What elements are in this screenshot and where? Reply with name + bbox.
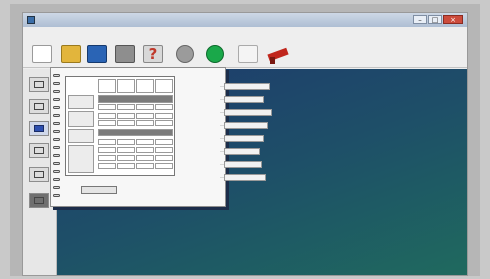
table-cell (98, 113, 116, 119)
table-cell (155, 163, 173, 169)
tool-icon[interactable] (266, 45, 290, 64)
select-tool-glyph (34, 81, 44, 88)
binding-ring (53, 90, 60, 93)
table-row-header (68, 95, 94, 109)
option-button[interactable] (224, 109, 272, 116)
binding-ring (53, 162, 60, 165)
table-cell (155, 104, 173, 110)
table-header-cell (155, 79, 173, 93)
builder-tool-glyph (34, 197, 44, 204)
option-button[interactable] (224, 174, 266, 181)
table-cell (136, 155, 154, 161)
table-cell (155, 155, 173, 161)
binding-ring (53, 122, 60, 125)
table-cell (98, 120, 116, 126)
option-button[interactable] (224, 135, 264, 142)
select-tool-icon[interactable] (29, 77, 49, 92)
table-cell (155, 139, 173, 145)
dialog-footer-button[interactable] (81, 186, 117, 194)
data-table (65, 76, 175, 176)
chart-tool-icon[interactable] (29, 121, 49, 136)
binding-ring (53, 114, 60, 117)
status-bar (57, 275, 467, 276)
binding-ring (53, 186, 60, 189)
stop-circle-icon[interactable] (176, 45, 194, 63)
binding-ring (53, 154, 60, 157)
binding-ring (53, 98, 60, 101)
table-band (98, 129, 173, 136)
table-header-cell (136, 79, 154, 93)
table-row-header (68, 111, 94, 127)
layout-tool-icon[interactable] (29, 99, 49, 114)
page-icon[interactable] (238, 45, 258, 63)
main-toolbar: ? (23, 38, 467, 68)
table-cell (136, 139, 154, 145)
table-cell (117, 163, 135, 169)
table-cell (136, 104, 154, 110)
binding-ring (53, 106, 60, 109)
table-cell (117, 139, 135, 145)
table-header-cell (117, 79, 135, 93)
save-disk-icon[interactable] (87, 45, 107, 63)
table-cell (98, 155, 116, 161)
binding-ring (53, 74, 60, 77)
option-button[interactable] (224, 83, 270, 90)
table-cell (117, 120, 135, 126)
table-cell (98, 104, 116, 110)
table-cell (98, 163, 116, 169)
binding-ring (53, 170, 60, 173)
table-cell (117, 104, 135, 110)
grid-tool-glyph (34, 147, 44, 154)
chart-tool-glyph (34, 125, 44, 132)
binding-ring (53, 130, 60, 133)
table-cell (155, 147, 173, 153)
table-cell (98, 147, 116, 153)
table-cell (136, 120, 154, 126)
binding-ring (53, 178, 60, 181)
option-button[interactable] (224, 122, 268, 129)
maximize-button[interactable]: □ (428, 15, 442, 24)
close-button[interactable]: × (443, 15, 463, 24)
table-cell (136, 147, 154, 153)
minimize-button[interactable]: – (413, 15, 427, 24)
table-cell (136, 113, 154, 119)
menu-bar (23, 27, 467, 37)
table-cell (117, 147, 135, 153)
app-icon (27, 16, 35, 24)
binding-ring (53, 82, 60, 85)
table-cell (136, 163, 154, 169)
spiral-binding (53, 74, 61, 202)
binding-ring (53, 138, 60, 141)
table-band (98, 95, 173, 103)
table-cell (98, 139, 116, 145)
binding-ring (53, 146, 60, 149)
option-button[interactable] (224, 161, 262, 168)
table-cell (117, 155, 135, 161)
option-button-stack (220, 83, 284, 188)
table-row-header (68, 129, 94, 143)
go-circle-icon[interactable] (206, 45, 224, 63)
grid-tool-icon[interactable] (29, 143, 49, 158)
open-folder-icon[interactable] (61, 45, 81, 63)
layout-tool-glyph (34, 103, 44, 110)
zoom-tool-icon[interactable] (29, 167, 49, 182)
new-document-icon[interactable] (32, 45, 52, 63)
help-icon[interactable]: ? (143, 45, 163, 63)
table-cell (155, 113, 173, 119)
table-cell (117, 113, 135, 119)
zoom-tool-glyph (34, 171, 44, 178)
tool-icon-handle (270, 57, 275, 64)
option-button[interactable] (224, 96, 264, 103)
notebook-dialog[interactable] (50, 67, 226, 207)
builder-tool-icon[interactable] (29, 193, 49, 208)
option-button[interactable] (224, 148, 260, 155)
table-row-header (68, 145, 94, 173)
print-icon[interactable] (115, 45, 135, 63)
binding-ring (53, 194, 60, 197)
table-header-cell (98, 79, 116, 93)
title-bar: – □ × (23, 13, 467, 27)
table-cell (155, 120, 173, 126)
